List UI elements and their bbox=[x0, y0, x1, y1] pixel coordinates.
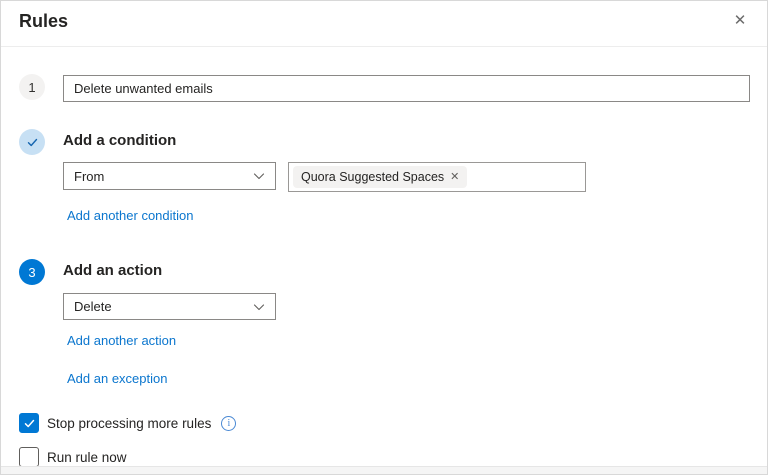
condition-heading: Add a condition bbox=[63, 132, 177, 149]
step-1-number: 1 bbox=[28, 79, 36, 95]
chip-remove-icon[interactable]: ✕ bbox=[450, 171, 459, 183]
chevron-down-icon bbox=[253, 301, 265, 313]
chevron-down-icon bbox=[253, 170, 265, 182]
dialog-header: Rules ✕ bbox=[1, 1, 767, 47]
run-rule-now-label: Run rule now bbox=[47, 449, 127, 465]
info-icon[interactable]: i bbox=[221, 415, 237, 431]
condition-value-chip: Quora Suggested Spaces ✕ bbox=[293, 166, 468, 188]
close-button[interactable]: ✕ bbox=[727, 7, 753, 33]
step-1-badge: 1 bbox=[19, 74, 45, 100]
chip-label: Quora Suggested Spaces bbox=[301, 170, 445, 184]
condition-select-value: From bbox=[74, 168, 105, 184]
rules-dialog: Rules ✕ 1 Add a condition From Quora Sug… bbox=[0, 0, 768, 475]
condition-select[interactable]: From bbox=[63, 162, 276, 190]
run-rule-now-option: Run rule now bbox=[19, 447, 127, 467]
check-icon bbox=[26, 136, 39, 149]
checkmark-icon bbox=[24, 419, 34, 427]
action-select-value: Delete bbox=[74, 299, 112, 314]
dialog-title: Rules bbox=[19, 11, 69, 31]
add-another-action-link[interactable]: Add another action bbox=[67, 333, 176, 348]
run-rule-now-checkbox[interactable] bbox=[19, 447, 39, 467]
rule-name-input[interactable] bbox=[63, 75, 750, 102]
add-another-condition-link[interactable]: Add another condition bbox=[67, 208, 193, 223]
step-2-badge bbox=[19, 129, 45, 155]
step-3-badge: 3 bbox=[19, 259, 45, 285]
stop-processing-label: Stop processing more rules bbox=[47, 415, 212, 431]
action-select[interactable]: Delete bbox=[63, 293, 276, 320]
stop-processing-checkbox[interactable] bbox=[19, 413, 39, 433]
add-an-exception-link[interactable]: Add an exception bbox=[67, 371, 167, 386]
action-heading: Add an action bbox=[63, 262, 163, 279]
stop-processing-option: Stop processing more rules i bbox=[19, 413, 237, 433]
close-icon: ✕ bbox=[733, 12, 747, 29]
footer-strip bbox=[1, 466, 767, 474]
condition-value-field[interactable]: Quora Suggested Spaces ✕ bbox=[288, 162, 586, 192]
step-3-number: 3 bbox=[28, 264, 36, 280]
